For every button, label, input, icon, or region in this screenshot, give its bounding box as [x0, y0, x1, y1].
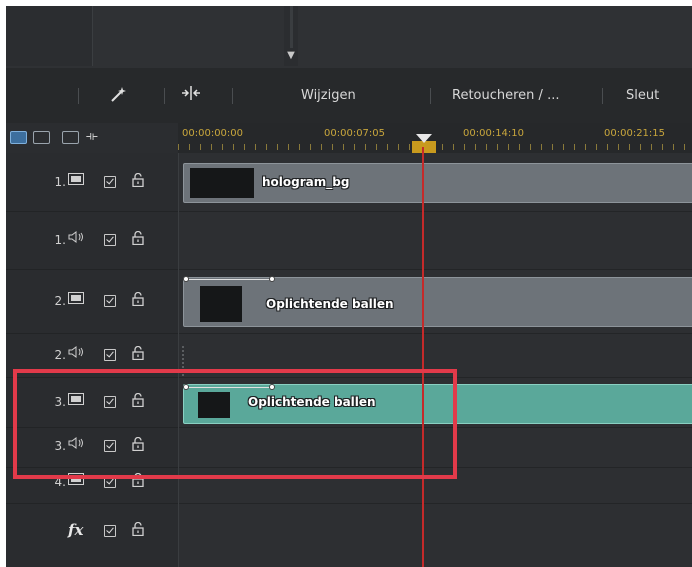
video-editor-window: ▼ Wijzigen Retoucheren / ... Sleut ⟛ 00:… [6, 6, 692, 567]
lane-fx[interactable] [179, 503, 692, 567]
unlock-icon[interactable] [132, 172, 144, 190]
track-headers: 1. 1. 2. 2. 3. 3. 4. fx [6, 153, 178, 567]
track-number: 1. [54, 233, 66, 247]
timecode-label: 00:00:21:15 [604, 128, 666, 139]
timeline-view-icon[interactable] [10, 131, 27, 144]
track-visible-checkbox[interactable] [104, 295, 116, 307]
keys-button[interactable]: Sleut [626, 88, 659, 103]
clip-oplichtende-ballen[interactable]: Oplichtende ballen [183, 277, 692, 327]
library-panel [6, 6, 93, 66]
track-header-1-audio: 1. [6, 211, 178, 270]
toolbar-separator [430, 88, 431, 104]
library-scroll-track[interactable] [290, 6, 293, 48]
keyframe-handle[interactable] [183, 276, 189, 282]
playhead-line[interactable] [422, 147, 424, 567]
video-track-icon [68, 173, 84, 189]
timecode-label: 00:00:07:05 [324, 128, 386, 139]
fx-track-label: fx [68, 521, 84, 539]
track-audible-checkbox[interactable] [104, 234, 116, 246]
track-header-fx: fx [6, 503, 178, 567]
add-track-icon[interactable] [62, 131, 79, 144]
toolbar-separator [232, 88, 233, 104]
toolbar-separator [164, 88, 165, 104]
unlock-icon[interactable] [132, 230, 144, 248]
timeline-tracks: hologram_bg Oplichtende ballen Oplichten… [178, 153, 692, 567]
clip-title: Oplichtende ballen [266, 297, 394, 311]
unlock-icon[interactable] [132, 291, 144, 309]
edit-button[interactable]: Wijzigen [301, 88, 356, 103]
toolbar-separator [602, 88, 603, 104]
retouch-button[interactable]: Retoucheren / ... [452, 88, 559, 103]
timeline-view-controls: ⟛ [6, 123, 178, 153]
track-3-highlight-box [13, 369, 457, 479]
clip-thumbnail [200, 286, 242, 322]
timecode-label: 00:00:00:00 [182, 128, 244, 139]
lane-1-audio[interactable] [179, 211, 692, 270]
playhead-handle-icon[interactable] [416, 134, 432, 143]
keyframe-line [185, 279, 271, 280]
scroll-down-arrow-icon[interactable]: ▼ [284, 50, 298, 61]
track-number: 2. [54, 348, 66, 362]
fx-enabled-checkbox[interactable] [104, 525, 116, 537]
track-audible-checkbox[interactable] [104, 349, 116, 361]
split-icon[interactable] [180, 85, 202, 105]
lane-1-video[interactable]: hologram_bg [179, 153, 692, 212]
audio-track-icon [68, 346, 84, 362]
media-library-area: ▼ [6, 6, 692, 69]
video-track-icon [68, 292, 84, 308]
audio-track-icon [68, 231, 84, 247]
magic-wand-icon[interactable] [110, 85, 128, 107]
keyframe-handle[interactable] [269, 276, 275, 282]
track-header-2-video: 2. [6, 269, 178, 334]
timecode-label: 00:00:14:10 [463, 128, 525, 139]
track-number: 1. [54, 175, 66, 189]
clip-title: hologram_bg [262, 175, 350, 189]
track-number: 2. [54, 294, 66, 308]
timeline-ruler[interactable]: 00:00:00:00 00:00:07:05 00:00:14:10 00:0… [178, 123, 692, 154]
unlock-icon[interactable] [132, 521, 144, 539]
track-header-1-video: 1. [6, 153, 178, 212]
storyboard-view-icon[interactable] [33, 131, 50, 144]
toolbar-separator [78, 88, 79, 104]
lane-2-video[interactable]: Oplichtende ballen [179, 269, 692, 334]
clip-thumbnail [190, 168, 254, 198]
fit-timeline-icon[interactable]: ⟛ [86, 129, 98, 144]
timeline-toolbar: Wijzigen Retoucheren / ... Sleut [6, 68, 692, 123]
track-visible-checkbox[interactable] [104, 176, 116, 188]
unlock-icon[interactable] [132, 345, 144, 363]
clip-hologram-bg[interactable]: hologram_bg [183, 163, 692, 203]
